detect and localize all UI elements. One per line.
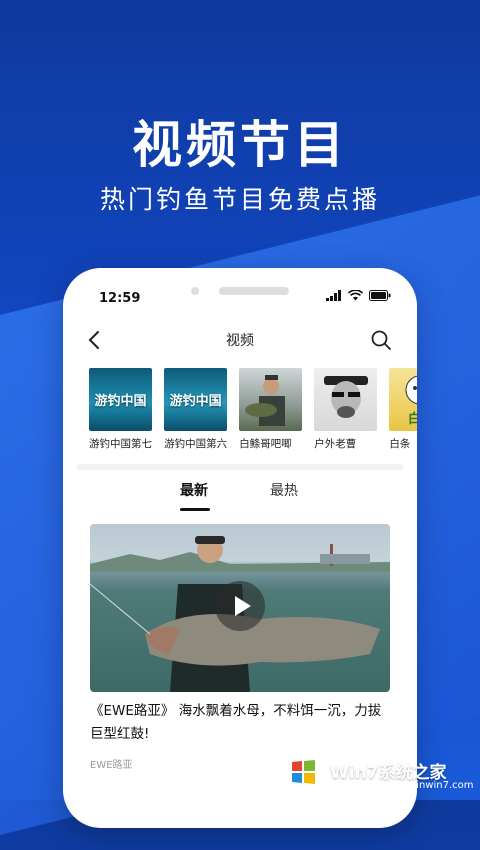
channel-thumbnail: 游钓中国 — [164, 368, 228, 431]
thumbnail-title: 游钓中国 — [169, 394, 222, 409]
status-time: 12:59 — [99, 291, 141, 306]
watermark-url: Www.Winwin7.com — [378, 780, 474, 791]
phone-frame: 12:59 视频 游钓中国 游钓中国第七 游钓中国 游钓中国第六 白鲦哥吧唧 户… — [63, 268, 417, 828]
battery-icon — [369, 290, 391, 301]
channel-label: 白鲦哥吧唧 — [239, 438, 292, 450]
video-source: EWE路亚 — [90, 760, 133, 771]
status-bar: 12:59 — [63, 268, 417, 320]
camera-dot — [191, 287, 199, 295]
channel-label: 白条 — [389, 438, 411, 450]
promo-headline: 视频节目 — [132, 116, 348, 174]
thumbnail-title: 白条 — [407, 412, 417, 427]
signal-icon — [326, 290, 341, 301]
channel-item[interactable]: 白条 白条 — [389, 368, 417, 451]
windows-logo-icon — [284, 752, 324, 792]
channel-item[interactable]: 游钓中国 游钓中国第六 — [164, 368, 230, 451]
channel-thumbnail: 游钓中国 — [89, 368, 152, 431]
page-title: 视频 — [226, 333, 254, 349]
angler-photo-icon — [245, 375, 286, 426]
watermark: Win7系统之家 Www.Winwin7.com — [282, 750, 474, 794]
host-portrait-icon — [324, 376, 369, 418]
channel-label: 游钓中国第六 — [164, 438, 228, 450]
tab-hot[interactable]: 最热 — [270, 480, 298, 500]
channel-item[interactable]: 游钓中国 游钓中国第七 — [89, 368, 155, 451]
video-thumbnail[interactable] — [90, 524, 390, 692]
promo-subline: 热门钓鱼节目免费点播 — [99, 185, 380, 214]
play-button[interactable] — [215, 581, 265, 631]
channel-label: 户外老曹 — [314, 438, 357, 450]
tab-latest[interactable]: 最新 — [180, 480, 208, 500]
active-tab-indicator — [180, 508, 210, 511]
play-icon — [235, 596, 251, 616]
speaker-bar — [219, 287, 289, 295]
channel-thumbnail — [239, 368, 303, 431]
status-icons — [326, 290, 391, 301]
channel-item[interactable]: 白鲦哥吧唧 — [239, 368, 305, 451]
channel-thumbnail — [314, 368, 378, 431]
tab-bar: 最新 最热 — [63, 480, 417, 512]
search-icon[interactable] — [369, 328, 393, 352]
channel-label: 游钓中国第七 — [89, 438, 152, 450]
channel-list: 游钓中国 游钓中国第七 游钓中国 游钓中国第六 白鲦哥吧唧 户外老曹 白 白条 — [89, 368, 417, 458]
nav-bar: 视频 — [63, 320, 417, 360]
thumbnail-title: 游钓中国 — [94, 394, 147, 409]
wifi-icon — [348, 290, 363, 301]
section-divider — [77, 464, 403, 470]
channel-item[interactable]: 户外老曹 — [314, 368, 380, 451]
video-title[interactable]: 《EWE路亚》 海水飘着水母，不料饵一沉，力拔巨型红鼓! — [90, 700, 390, 746]
channel-thumbnail: 白条 — [389, 368, 417, 431]
